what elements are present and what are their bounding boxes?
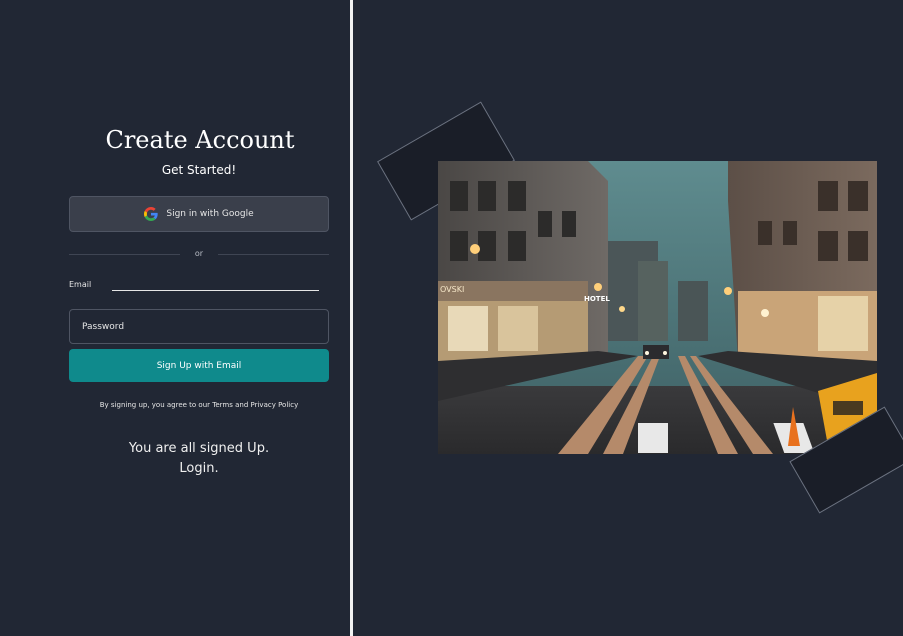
city-street-photo: OVSKI HOTEL	[438, 161, 877, 454]
google-signin-button[interactable]: Sign in with Google	[69, 196, 329, 232]
privacy-policy-link[interactable]: Privacy Policy	[251, 401, 299, 409]
email-label: Email	[69, 280, 92, 289]
signup-email-button[interactable]: Sign Up with Email	[69, 349, 329, 382]
google-signin-label: Sign in with Google	[166, 209, 254, 219]
page-subtitle: Get Started!	[161, 163, 237, 177]
terms-and: and	[235, 401, 249, 409]
google-g-icon	[144, 207, 159, 221]
email-field[interactable]	[112, 276, 319, 291]
shop-sign-text: OVSKI	[440, 285, 464, 294]
terms-link[interactable]: Terms	[212, 401, 233, 409]
terms-notice: By signing up, you agree to our Terms an…	[0, 401, 398, 409]
status-message: You are all signed Up.	[128, 441, 270, 456]
signup-panel: Create Account Get Started! Sign in with…	[0, 0, 350, 636]
or-divider: or	[69, 249, 329, 261]
divider-rule-right	[218, 254, 329, 255]
signup-status: You are all signed Up. Login.	[0, 439, 398, 479]
login-link[interactable]: Login.	[0, 459, 398, 479]
terms-prefix: By signing up, you agree to our	[99, 401, 211, 409]
page-title: Create Account	[105, 126, 295, 154]
password-field[interactable]	[69, 309, 329, 344]
hotel-sign-text: HOTEL	[584, 295, 610, 303]
